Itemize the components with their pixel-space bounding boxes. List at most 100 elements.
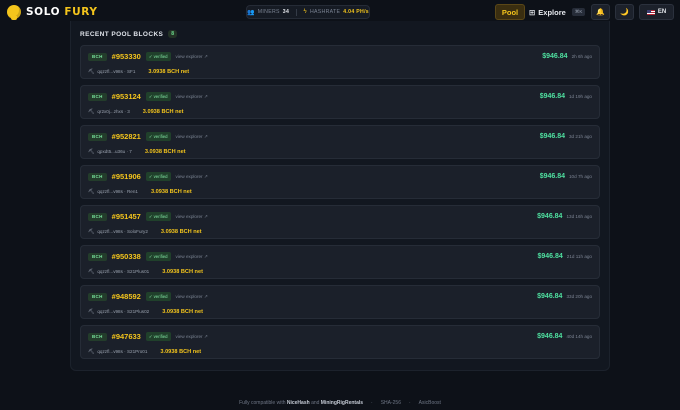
view-explorer-link[interactable]: view explorer ↗ [176, 254, 208, 260]
miners-icon: 👥 [247, 9, 255, 16]
block-card[interactable]: BCH #953330 ✓ verified view explorer ↗ ⛏… [80, 45, 600, 79]
moon-icon: 🌙 [620, 9, 629, 16]
view-explorer-link[interactable]: view explorer ↗ [176, 294, 208, 300]
block-reward: 3.0938 BCH net [162, 308, 203, 315]
block-header: BCH #953330 ✓ verified view explorer ↗ [88, 52, 208, 61]
miners-label: MINERS [257, 9, 280, 15]
block-header: BCH #951906 ✓ verified view explorer ↗ [88, 172, 208, 181]
miner-address[interactable]: qqzzfl...v98s · SF1 [97, 69, 135, 74]
miner-address[interactable]: qqzzfl...v98s · S21Plus02 [97, 309, 149, 314]
miner-address[interactable]: qpxdt5...u36u · 7 [97, 149, 131, 154]
block-value: $946.84 10d 7h ago [540, 172, 592, 181]
block-reward: 3.0938 BCH net [142, 108, 184, 115]
block-height[interactable]: #951906 [112, 172, 141, 181]
usd-amount: $946.84 [537, 253, 563, 260]
block-header: BCH #947633 ✓ verified view explorer ↗ [88, 332, 208, 341]
block-value: $946.84 1d 19h ago [540, 92, 592, 101]
miner-address[interactable]: qqzzfl...v98s · S21Plus01 [97, 269, 149, 274]
miners-value: 34 [282, 9, 290, 15]
time-ago: 3d 21h ago [569, 134, 592, 139]
block-header: BCH #951457 ✓ verified view explorer ↗ [88, 212, 208, 221]
usd-amount: $946.84 [539, 133, 565, 140]
nav-pool-button[interactable]: Pool [495, 4, 525, 20]
footer-divider: · [409, 400, 411, 406]
explore-shortcut: ⌘K [571, 8, 586, 16]
footer-boost: AsicBoost [418, 400, 441, 406]
view-explorer-link[interactable]: view explorer ↗ [176, 214, 208, 220]
footer-divider: · [371, 400, 373, 406]
block-height[interactable]: #952821 [112, 132, 141, 141]
pickaxe-icon: ⛏ [88, 308, 95, 315]
block-details: ⛏ qqzzfl...v98s · S21Pro01 3.0938 BCH ne… [88, 348, 201, 355]
block-value: $946.84 13d 16h ago [537, 212, 592, 221]
coin-tag: BCH [88, 252, 107, 261]
language-selector[interactable]: EN [639, 4, 674, 20]
pickaxe-icon: ⛏ [88, 268, 95, 275]
pickaxe-icon: ⛏ [88, 68, 95, 75]
block-height[interactable]: #951457 [112, 212, 141, 221]
block-card[interactable]: BCH #952821 ✓ verified view explorer ↗ ⛏… [80, 125, 600, 159]
brand-name: SOLO FURY [26, 6, 98, 18]
coin-tag: BCH [88, 172, 107, 181]
language-label: EN [657, 9, 667, 15]
miner-address[interactable]: qqzzfl...v98s · S21Pro01 [97, 349, 147, 354]
notifications-button[interactable]: 🔔 [591, 4, 610, 20]
block-height[interactable]: #948592 [112, 292, 141, 301]
block-card[interactable]: BCH #951906 ✓ verified view explorer ↗ ⛏… [80, 165, 600, 199]
block-value: $946.84 33d 20h ago [537, 292, 592, 301]
block-details: ⛏ qr2x0j...zhxs · 3 3.0938 BCH net [88, 108, 184, 115]
time-ago: 33d 20h ago [566, 294, 592, 299]
section-header: RECENT POOL BLOCKS 8 [80, 29, 178, 39]
view-explorer-link[interactable]: view explorer ↗ [176, 94, 208, 100]
time-ago: 40d 14h ago [566, 334, 592, 339]
pickaxe-icon: ⛏ [88, 188, 95, 195]
bell-icon: 🔔 [596, 9, 605, 16]
pickaxe-icon: ⛏ [88, 148, 95, 155]
block-details: ⛏ qqzzfl...v98s · SoloFury2 3.0938 BCH n… [88, 228, 202, 235]
view-explorer-link[interactable]: view explorer ↗ [176, 134, 208, 140]
block-height[interactable]: #953330 [112, 52, 141, 61]
verified-badge: ✓ verified [145, 332, 171, 341]
block-details: ⛏ qpxdt5...u36u · 7 3.0938 BCH net [88, 148, 186, 155]
block-header: BCH #948592 ✓ verified view explorer ↗ [88, 292, 208, 301]
block-card[interactable]: BCH #950338 ✓ verified view explorer ↗ ⛏… [80, 245, 600, 279]
block-value: $946.84 2h 6h ago [542, 52, 592, 61]
time-ago: 10d 7h ago [569, 174, 592, 179]
block-card[interactable]: BCH #951457 ✓ verified view explorer ↗ ⛏… [80, 205, 600, 239]
block-height[interactable]: #950338 [112, 252, 141, 261]
block-reward: 3.0938 BCH net [148, 68, 190, 75]
blocks-count-badge: 8 [168, 30, 178, 38]
block-reward: 3.0938 BCH net [150, 188, 192, 195]
verified-badge: ✓ verified [145, 132, 171, 141]
explore-label: Explore [538, 7, 566, 17]
footer: Fully compatible with NiceHash and Minin… [0, 399, 680, 407]
coin-tag: BCH [88, 92, 107, 101]
verified-badge: ✓ verified [145, 252, 171, 261]
block-reward: 3.0938 BCH net [160, 348, 202, 355]
miner-address[interactable]: qqzzfl...v98s · SoloFury2 [97, 229, 148, 234]
miner-address[interactable]: qr2x0j...zhxs · 3 [97, 109, 129, 114]
miner-address[interactable]: qqzzfl...v98s · Ren1 [97, 189, 138, 194]
pickaxe-icon: ⛏ [88, 228, 95, 235]
nav-explore-button[interactable]: ⊞ Explore ⌘K [529, 4, 586, 20]
block-header: BCH #950338 ✓ verified view explorer ↗ [88, 252, 208, 261]
brand-logo[interactable]: SOLO FURY [7, 4, 98, 20]
block-card[interactable]: BCH #948592 ✓ verified view explorer ↗ ⛏… [80, 285, 600, 319]
view-explorer-link[interactable]: view explorer ↗ [176, 334, 208, 340]
view-explorer-link[interactable]: view explorer ↗ [176, 54, 208, 60]
theme-toggle-button[interactable]: 🌙 [615, 4, 634, 20]
block-height[interactable]: #953124 [112, 92, 141, 101]
mrr-link[interactable]: MiningRigRentals [321, 400, 363, 406]
nicehash-link[interactable]: NiceHash [287, 400, 310, 406]
block-height[interactable]: #947633 [112, 332, 141, 341]
block-card[interactable]: BCH #953124 ✓ verified view explorer ↗ ⛏… [80, 85, 600, 119]
block-card[interactable]: BCH #947633 ✓ verified view explorer ↗ ⛏… [80, 325, 600, 359]
block-details: ⛏ qqzzfl...v98s · Ren1 3.0938 BCH net [88, 188, 192, 195]
usd-amount: $946.84 [539, 173, 565, 180]
view-explorer-link[interactable]: view explorer ↗ [176, 174, 208, 180]
block-reward: 3.0938 BCH net [144, 148, 186, 155]
time-ago: 13d 16h ago [566, 214, 592, 219]
hashrate-label: HASHRATE [309, 9, 341, 15]
verified-badge: ✓ verified [145, 52, 171, 61]
verified-badge: ✓ verified [145, 292, 171, 301]
